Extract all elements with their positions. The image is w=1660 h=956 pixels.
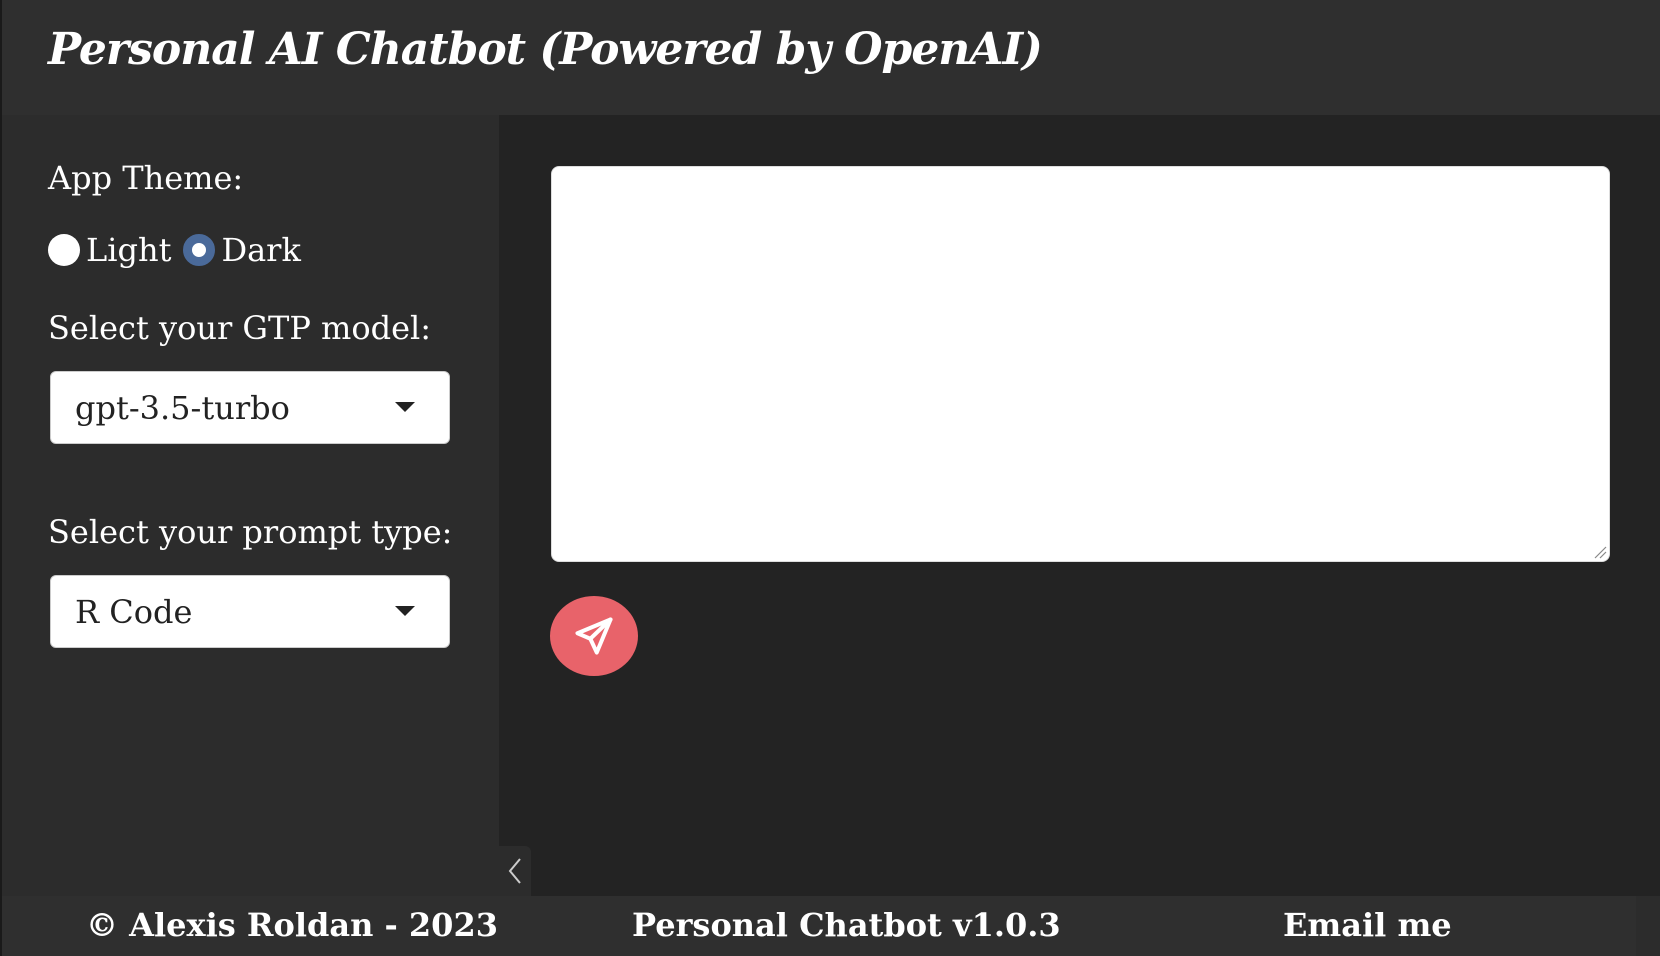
main-panel — [499, 115, 1660, 896]
caret-down-icon — [395, 402, 415, 412]
caret-down-icon — [395, 606, 415, 616]
sidebar-collapse-toggle[interactable] — [499, 846, 531, 896]
theme-radio-dark[interactable] — [183, 234, 216, 266]
paper-plane-icon — [575, 617, 613, 655]
footer-copyright: © Alexis Roldan - 2023 — [86, 906, 498, 944]
sidebar: App Theme: Light Dark Select your GTP mo… — [2, 115, 499, 896]
prompt-type-select[interactable]: R Code — [50, 575, 450, 648]
model-select-value: gpt-3.5-turbo — [75, 388, 290, 427]
prompt-type-select-value: R Code — [75, 592, 193, 631]
theme-radio-light[interactable] — [48, 234, 80, 266]
app-title: Personal AI Chatbot (Powered by OpenAI) — [48, 24, 1043, 75]
send-button[interactable] — [550, 596, 638, 676]
prompt-type-label: Select your prompt type: — [48, 513, 453, 551]
model-select[interactable]: gpt-3.5-turbo — [50, 371, 450, 444]
app-window: Personal AI Chatbot (Powered by OpenAI) … — [0, 0, 1660, 956]
footer-version: Personal Chatbot v1.0.3 — [632, 906, 1061, 944]
theme-radio-dark-label[interactable]: Dark — [221, 231, 300, 269]
app-footer: © Alexis Roldan - 2023 Personal Chatbot … — [2, 896, 1636, 956]
footer-email-link[interactable]: Email me — [1283, 906, 1452, 944]
theme-label: App Theme: — [48, 159, 244, 197]
prompt-textarea[interactable] — [551, 166, 1610, 562]
theme-radio-group: Light Dark — [48, 231, 307, 269]
model-label: Select your GTP model: — [48, 309, 432, 347]
theme-radio-light-label[interactable]: Light — [86, 231, 171, 269]
app-header: Personal AI Chatbot (Powered by OpenAI) — [2, 0, 1660, 115]
chevron-left-icon — [508, 858, 521, 884]
resize-handle-icon[interactable] — [1591, 543, 1607, 559]
